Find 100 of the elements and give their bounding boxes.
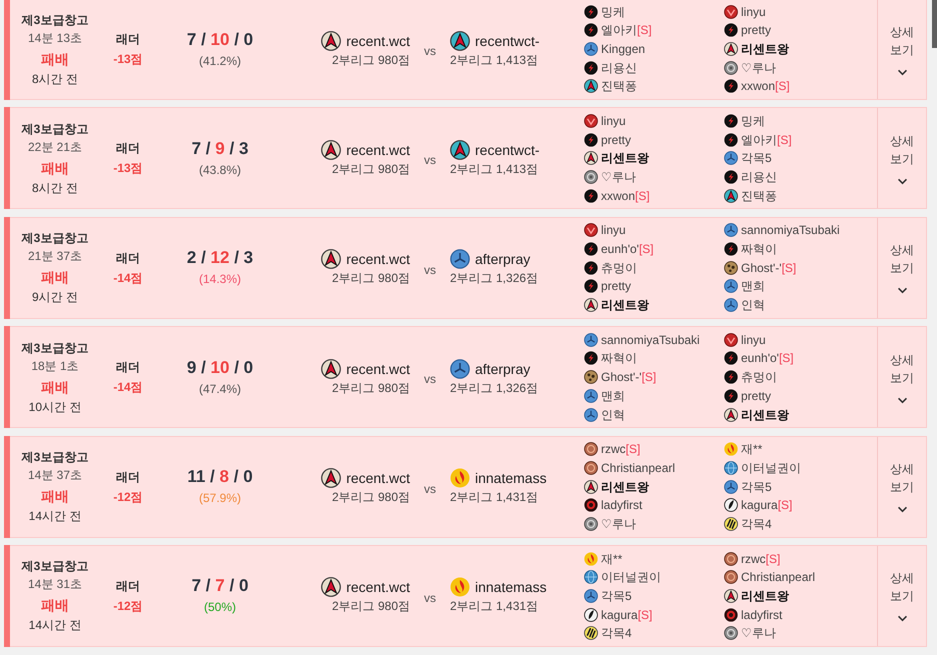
vs-label: vs [424, 482, 436, 496]
flame-emblem-icon [584, 552, 598, 566]
chevron-down-icon [896, 68, 908, 76]
team-name[interactable]: recent.wct [346, 30, 410, 50]
bolt-emblem-icon [724, 351, 738, 366]
player-name[interactable]: 인혁 [741, 297, 765, 314]
player-name[interactable]: linyu [601, 222, 626, 238]
player-name[interactable]: linyu [741, 332, 766, 348]
player-name[interactable]: ♡루나 [741, 625, 776, 642]
player-name[interactable]: 짜혁이 [601, 350, 637, 366]
team-name[interactable]: afterpray [475, 358, 530, 379]
player-name[interactable]: sannomiyaTsubaki [741, 222, 840, 238]
player-name[interactable]: 재** [601, 550, 622, 567]
player-name[interactable]: 각목5 [601, 588, 632, 604]
player-name[interactable]: rzwc [601, 441, 626, 458]
player-name[interactable]: 이터널권이 [601, 569, 661, 586]
player-name[interactable]: kagura [601, 606, 638, 623]
player-name[interactable]: 진택퐁 [741, 188, 777, 204]
team-league: 2부리그 980점 [332, 160, 410, 177]
player-name[interactable]: 엘아키 [601, 22, 637, 38]
team-name[interactable]: recent.wct [346, 140, 410, 160]
team-name[interactable]: recentwct- [475, 140, 540, 160]
player-name[interactable]: 리센트왕 [741, 406, 789, 423]
player-name[interactable]: ♡루나 [601, 516, 636, 532]
player-name[interactable]: 리용신 [601, 60, 637, 76]
player-name[interactable]: Christianpearl [601, 460, 676, 476]
player-name[interactable]: 리센트왕 [741, 588, 789, 604]
player-name[interactable]: 각목5 [741, 150, 772, 166]
team-name[interactable]: recent.wct [346, 358, 410, 379]
team-name[interactable]: recent.wct [346, 249, 410, 270]
team-name[interactable]: innatemass [475, 577, 547, 598]
player-name[interactable]: 밍케 [741, 113, 765, 130]
player-name[interactable]: 짜혁이 [741, 241, 777, 258]
detail-button[interactable]: 상세 보기 [877, 546, 926, 646]
scrollbar-thumb[interactable] [932, 0, 937, 48]
detail-button[interactable]: 상세 보기 [877, 436, 926, 537]
player-name[interactable]: 맨희 [741, 278, 765, 294]
detail-button[interactable]: 상세 보기 [877, 108, 926, 208]
player-name[interactable]: Ghost'-' [601, 369, 642, 386]
arrowhead-emblem-icon [450, 30, 470, 50]
globe-emblem-icon [584, 570, 598, 584]
player-name[interactable]: 인혁 [601, 406, 625, 423]
team-name[interactable]: recent.wct [346, 468, 410, 488]
detail-button[interactable]: 상세 보기 [877, 218, 926, 318]
player-name[interactable]: ladyfirst [741, 606, 782, 623]
player-name[interactable]: Kinggen [601, 41, 646, 57]
player-name[interactable]: 각목5 [741, 478, 772, 495]
player-name[interactable]: 리센트왕 [741, 41, 789, 57]
player-name[interactable]: pretty [741, 388, 772, 404]
tri-blade-emblem-icon [450, 249, 470, 270]
player-name[interactable]: 각목4 [741, 516, 772, 532]
kda-score: 7 / 9 / 3 [192, 138, 248, 160]
kda-ratio: (57.9%) [198, 490, 242, 508]
player-name[interactable]: eunh'o' [741, 350, 779, 366]
player-name[interactable]: 재** [741, 441, 762, 458]
bolt-emblem-icon [724, 114, 738, 128]
player-name[interactable]: ♡루나 [601, 169, 636, 186]
map-name: 제3보급창고 [22, 120, 88, 138]
player-name[interactable]: ladyfirst [601, 497, 642, 514]
player-name[interactable]: linyu [601, 113, 626, 130]
player-name[interactable]: 리센트왕 [601, 297, 649, 314]
time-ago: 14시간 전 [28, 617, 82, 634]
arrowhead-emblem-icon [584, 480, 598, 494]
team-name[interactable]: afterpray [475, 249, 530, 270]
player-name[interactable]: pretty [601, 132, 632, 148]
player-name[interactable]: 리센트왕 [601, 150, 649, 166]
result-label: 패배 [41, 50, 69, 68]
player-name[interactable]: 츄멍이 [741, 369, 777, 386]
player-name[interactable]: xxwon [741, 78, 776, 94]
detail-button[interactable]: 상세 보기 [877, 0, 926, 99]
detail-button[interactable]: 상세 보기 [877, 327, 926, 428]
time-ago: 10시간 전 [28, 398, 82, 416]
player-name[interactable]: 리용신 [741, 169, 777, 186]
player-name[interactable]: xxwon [601, 188, 636, 204]
player-name[interactable]: 맨희 [601, 388, 625, 404]
player-tag: [S] [638, 606, 652, 623]
player-name[interactable]: 엘아키 [741, 132, 777, 148]
player-name[interactable]: Christianpearl [741, 569, 816, 586]
player-name[interactable]: kagura [741, 497, 778, 514]
player-name[interactable]: 진택퐁 [601, 78, 637, 94]
player-name[interactable]: eunh'o' [601, 241, 639, 258]
player-name[interactable]: sannomiyaTsubaki [601, 332, 700, 348]
player-name[interactable]: 리센트왕 [601, 478, 649, 495]
player-name[interactable]: ♡루나 [741, 60, 776, 76]
ring-emblem-icon [584, 170, 598, 184]
team-name[interactable]: recent.wct [346, 577, 410, 598]
player-name[interactable]: Ghost'-' [741, 260, 782, 276]
player-name[interactable]: 이터널권이 [741, 460, 801, 476]
map-name: 제3보급창고 [22, 12, 88, 28]
player-name[interactable]: rzwc [741, 550, 766, 567]
player-name[interactable]: 각목4 [601, 625, 632, 642]
player-name[interactable]: 밍케 [601, 4, 625, 20]
player-name[interactable]: 츄멍이 [601, 260, 637, 276]
bolt-emblem-icon [584, 23, 598, 38]
team-name[interactable]: recentwct- [475, 30, 540, 50]
player-name[interactable]: pretty [601, 278, 632, 294]
claw-marks-emblem-icon [584, 626, 598, 640]
player-name[interactable]: linyu [741, 4, 766, 20]
team-name[interactable]: innatemass [475, 468, 547, 488]
player-name[interactable]: pretty [741, 22, 772, 38]
